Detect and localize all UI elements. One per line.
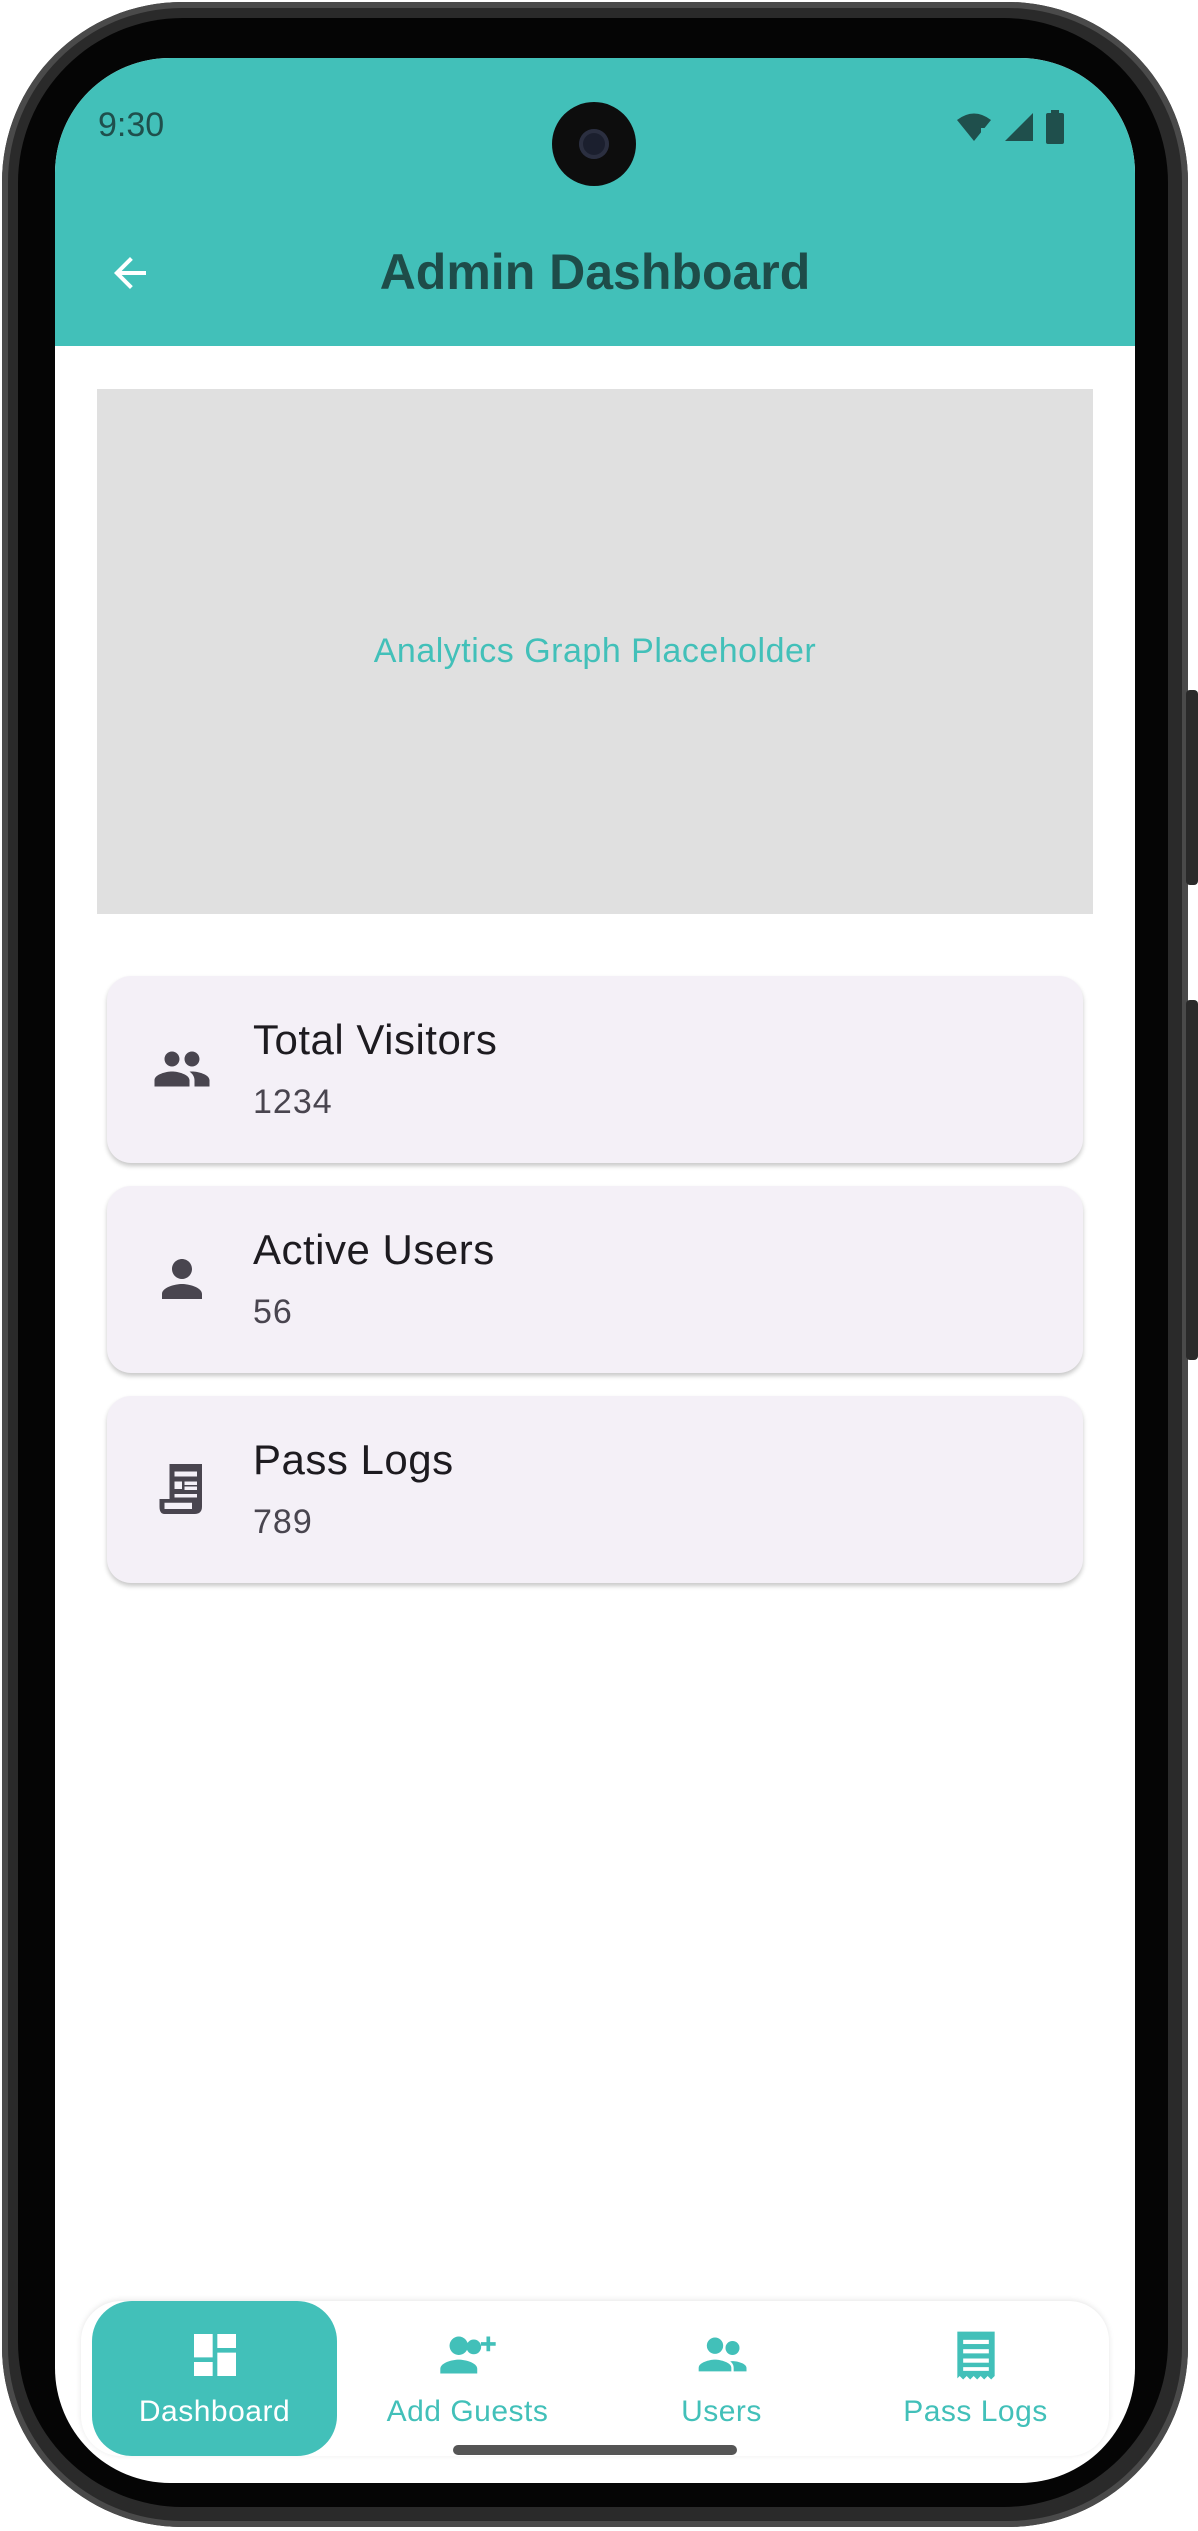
people-icon: [152, 1039, 212, 1099]
nav-item-add-guests[interactable]: Add Guests: [345, 2301, 590, 2456]
stat-value: 56: [253, 1293, 293, 1331]
signal-icon: [1003, 111, 1035, 148]
front-camera: [552, 102, 636, 186]
list-icon: [946, 2325, 1006, 2385]
stat-card-active-users[interactable]: Active Users 56: [107, 1186, 1083, 1373]
nav-item-users[interactable]: Users: [599, 2301, 844, 2456]
volume-button: [1186, 690, 1198, 885]
stat-title: Pass Logs: [253, 1436, 454, 1483]
battery-icon: [1045, 110, 1065, 149]
receipt-icon: [152, 1459, 212, 1519]
stat-value: 1234: [253, 1083, 333, 1121]
bottom-navigation: Dashboard Add Guests Users Pass Logs: [81, 2301, 1109, 2456]
nav-label: Dashboard: [138, 2395, 291, 2428]
graph-placeholder-text: Analytics Graph Placeholder: [373, 632, 817, 670]
users-icon: [692, 2325, 752, 2385]
stat-card-total-visitors[interactable]: Total Visitors 1234: [107, 976, 1083, 1163]
nav-label: Users: [681, 2395, 762, 2428]
app-bar: 9:30 Admin Dashboard: [55, 58, 1135, 346]
stat-card-pass-logs[interactable]: Pass Logs 789: [107, 1396, 1083, 1583]
wifi-icon: [955, 111, 993, 148]
stat-title: Active Users: [253, 1226, 495, 1273]
app-screen: 9:30 Admin Dashboard Analytics Graph Pla…: [55, 58, 1135, 2483]
dashboard-icon: [185, 2325, 245, 2385]
analytics-graph-placeholder: Analytics Graph Placeholder: [97, 389, 1093, 914]
stat-value: 789: [253, 1503, 313, 1541]
nav-item-dashboard[interactable]: Dashboard: [92, 2301, 337, 2456]
home-indicator[interactable]: [453, 2445, 737, 2455]
page-title: Admin Dashboard: [379, 244, 811, 300]
stat-title: Total Visitors: [253, 1016, 498, 1063]
status-time: 9:30: [98, 106, 165, 144]
nav-label: Pass Logs: [903, 2395, 1048, 2428]
person-add-icon: [438, 2325, 498, 2385]
power-button: [1186, 1000, 1198, 1360]
phone-device: 9:30 Admin Dashboard Analytics Graph Pla…: [0, 0, 1198, 2531]
nav-label: Add Guests: [386, 2395, 549, 2428]
nav-item-pass-logs[interactable]: Pass Logs: [853, 2301, 1098, 2456]
status-icons: [955, 110, 1065, 149]
person-icon: [152, 1249, 212, 1309]
